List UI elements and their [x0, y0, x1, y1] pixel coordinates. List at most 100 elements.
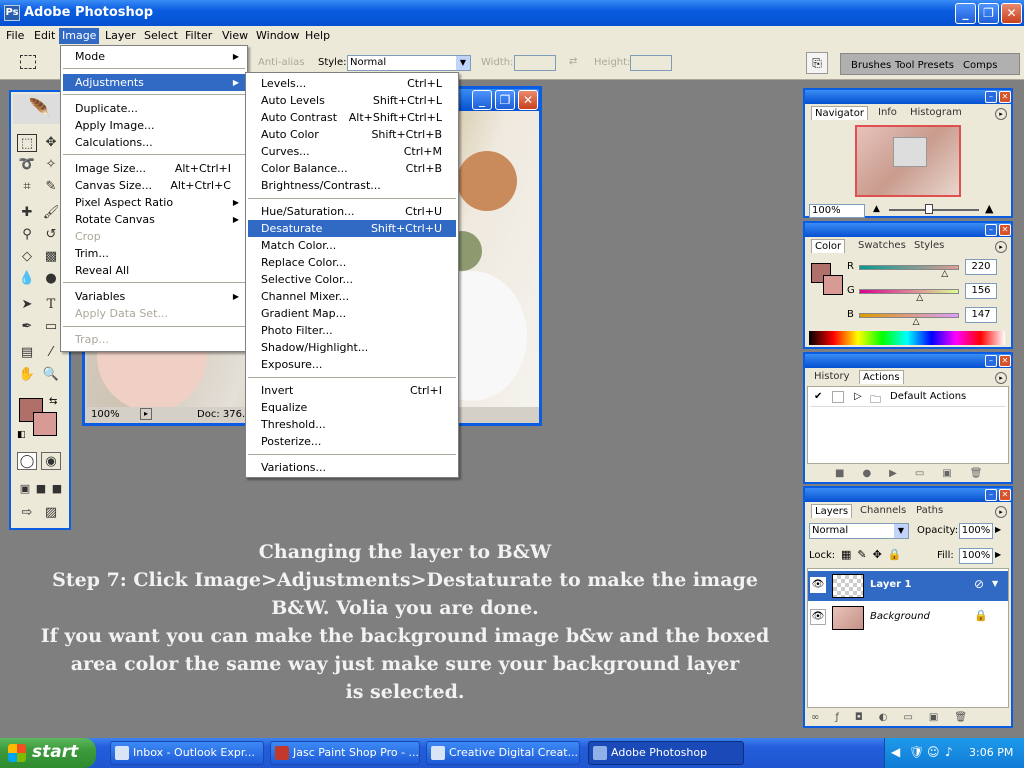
- menu-item-exposure[interactable]: Exposure...: [248, 356, 456, 373]
- blend-mode-select[interactable]: Normal ▼: [809, 523, 909, 539]
- menu-item-brightness-contrast[interactable]: Brightness/Contrast...: [248, 177, 456, 194]
- height-input[interactable]: [630, 55, 672, 71]
- panel-close-button[interactable]: ✕: [999, 224, 1011, 236]
- color-background-swatch[interactable]: [823, 275, 843, 295]
- history-brush-icon[interactable]: ↺: [41, 226, 61, 244]
- lock-icons[interactable]: ▦✎✥🔒: [841, 548, 908, 561]
- menu-layer[interactable]: Layer: [102, 28, 139, 44]
- opacity-input[interactable]: 100%: [959, 523, 993, 539]
- panel-minimize-button[interactable]: –: [985, 224, 997, 236]
- panel-menu-icon[interactable]: ▸: [995, 108, 1007, 120]
- crop-tool-icon[interactable]: ⌗: [17, 178, 37, 196]
- notes-tool-icon[interactable]: ▤: [17, 344, 37, 362]
- slice-tool-icon[interactable]: ✎: [41, 178, 61, 196]
- panel-minimize-button[interactable]: –: [985, 355, 997, 367]
- panel-menu-icon[interactable]: ▸: [995, 372, 1007, 384]
- channel-r-value[interactable]: 220: [965, 259, 997, 275]
- tab-channels[interactable]: Channels: [857, 504, 909, 518]
- eye-visibility-icon[interactable]: 👁: [810, 609, 826, 625]
- layer-row-layer-1[interactable]: 👁 Layer 1 ⊘ ▼: [808, 571, 1008, 601]
- panel-minimize-button[interactable]: –: [985, 489, 997, 501]
- menu-item-trim[interactable]: Trim...: [63, 245, 245, 262]
- move-tool-icon[interactable]: ✥: [41, 134, 61, 152]
- menu-item-auto-contrast[interactable]: Auto Contrast Alt+Shift+Ctrl+L: [248, 109, 456, 126]
- minimize-button[interactable]: _: [955, 3, 976, 24]
- stamp-tool-icon[interactable]: ⚲: [17, 226, 37, 244]
- panel-menu-icon[interactable]: ▸: [995, 506, 1007, 518]
- menu-filter[interactable]: Filter: [182, 28, 215, 44]
- menu-item-auto-color[interactable]: Auto Color Shift+Ctrl+B: [248, 126, 456, 143]
- tab-tool-presets[interactable]: Tool Presets: [895, 60, 954, 71]
- hand-tool-icon[interactable]: ✋: [17, 366, 37, 384]
- menu-window[interactable]: Window: [253, 28, 302, 44]
- type-tool-icon[interactable]: T: [41, 296, 61, 314]
- menu-item-image-size[interactable]: Image Size... Alt+Ctrl+I: [63, 160, 245, 177]
- channel-r-handle[interactable]: △: [941, 269, 948, 279]
- status-menu-icon[interactable]: ▸: [140, 408, 152, 420]
- file-browser-icon[interactable]: ⎘: [806, 52, 828, 74]
- menu-item-reveal-all[interactable]: Reveal All: [63, 262, 245, 279]
- magic-wand-icon[interactable]: ✧: [41, 156, 61, 174]
- tab-styles[interactable]: Styles: [911, 239, 947, 253]
- menu-image[interactable]: Image: [59, 28, 100, 44]
- menu-item-pixel-aspect-ratio[interactable]: Pixel Aspect Ratio ▶: [63, 194, 245, 211]
- eraser-tool-icon[interactable]: ◇: [17, 248, 37, 266]
- tab-paths[interactable]: Paths: [913, 504, 946, 518]
- panel-close-button[interactable]: ✕: [999, 91, 1011, 103]
- quick-mask-icon[interactable]: ◉: [41, 452, 61, 470]
- width-input[interactable]: [514, 55, 556, 71]
- tab-actions[interactable]: Actions: [859, 370, 904, 384]
- menu-item-levels[interactable]: Levels... Ctrl+L: [248, 75, 456, 92]
- navigator-zoom-slider[interactable]: [889, 209, 979, 211]
- channel-g-handle[interactable]: △: [916, 293, 923, 303]
- dodge-tool-icon[interactable]: ●: [41, 270, 61, 288]
- panel-menu-icon[interactable]: ▸: [995, 241, 1007, 253]
- zoom-out-icon[interactable]: ▲: [873, 204, 880, 214]
- menu-item-desaturate[interactable]: Desaturate Shift+Ctrl+U: [248, 220, 456, 237]
- layer-row-background[interactable]: 👁 Background 🔒: [808, 603, 1008, 633]
- menu-item-auto-levels[interactable]: Auto Levels Shift+Ctrl+L: [248, 92, 456, 109]
- panel-close-button[interactable]: ✕: [999, 355, 1011, 367]
- tab-navigator[interactable]: Navigator: [811, 106, 868, 120]
- close-button[interactable]: ✕: [1001, 3, 1022, 24]
- menu-item-adjustments[interactable]: Adjustments ▶: [63, 74, 245, 91]
- maximize-button[interactable]: ❐: [978, 3, 999, 24]
- task-outlook-express[interactable]: Inbox - Outlook Expr...: [110, 741, 264, 765]
- menu-item-rotate-canvas[interactable]: Rotate Canvas ▶: [63, 211, 245, 228]
- eyedropper-icon[interactable]: ⁄: [41, 344, 61, 362]
- doc-maximize-button[interactable]: ❐: [495, 90, 515, 110]
- menu-item-threshold[interactable]: Threshold...: [248, 416, 456, 433]
- volume-icon[interactable]: ♪: [945, 745, 953, 759]
- menu-item-posterize[interactable]: Posterize...: [248, 433, 456, 450]
- standard-mode-icon[interactable]: ◯: [17, 452, 37, 470]
- menu-edit[interactable]: Edit: [31, 28, 58, 44]
- layers-footer-buttons[interactable]: ∞ƒ◘◐▭▣🗑: [811, 712, 983, 723]
- menu-item-duplicate[interactable]: Duplicate...: [63, 100, 245, 117]
- tab-histogram[interactable]: Histogram: [907, 106, 965, 120]
- panel-close-button[interactable]: ✕: [999, 489, 1011, 501]
- menu-item-gradient-map[interactable]: Gradient Map...: [248, 305, 456, 322]
- task-browser[interactable]: Creative Digital Creat...: [426, 741, 580, 765]
- tab-brushes[interactable]: Brushes: [851, 60, 891, 71]
- menu-item-photo-filter[interactable]: Photo Filter...: [248, 322, 456, 339]
- opacity-arrow-icon[interactable]: ▶: [995, 525, 1001, 534]
- doc-close-button[interactable]: ✕: [518, 90, 538, 110]
- menu-file[interactable]: File: [3, 28, 27, 44]
- menu-item-channel-mixer[interactable]: Channel Mixer...: [248, 288, 456, 305]
- menu-item-canvas-size[interactable]: Canvas Size... Alt+Ctrl+C: [63, 177, 245, 194]
- tab-color[interactable]: Color: [811, 239, 846, 253]
- task-paint-shop-pro[interactable]: Jasc Paint Shop Pro - ...: [270, 741, 420, 765]
- path-select-icon[interactable]: ➤: [17, 296, 37, 314]
- jump-to-imageready-icon[interactable]: ⇨: [17, 504, 37, 522]
- menu-item-variations[interactable]: Variations...: [248, 459, 456, 476]
- marquee-tool-icon[interactable]: ⬚: [17, 134, 37, 152]
- screen-mode-3-icon[interactable]: ■: [47, 480, 67, 498]
- imageready-icon[interactable]: ▨: [41, 504, 61, 522]
- menu-item-mode[interactable]: Mode ▶: [63, 48, 245, 65]
- tab-info[interactable]: Info: [875, 106, 900, 120]
- dialog-toggle-icon[interactable]: [832, 391, 844, 403]
- channel-g-slider[interactable]: [859, 289, 959, 294]
- channel-b-handle[interactable]: △: [913, 317, 920, 327]
- action-set-row[interactable]: ✔ ▷ 🗀 Default Actions: [810, 389, 1006, 407]
- menu-item-shadow-highlight[interactable]: Shadow/Highlight...: [248, 339, 456, 356]
